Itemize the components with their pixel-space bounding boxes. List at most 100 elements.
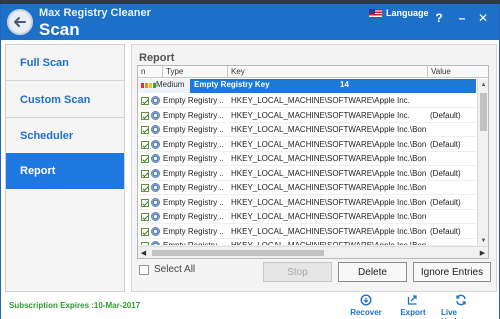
sidebar-item-label: Scheduler	[20, 129, 74, 142]
table-row[interactable]: Empty Registry ... HKEY_LOCAL_MACHINE\SO…	[138, 167, 476, 181]
sidebar-item-scheduler[interactable]: Scheduler	[6, 118, 124, 154]
group-row[interactable]: Medium Empty Registry Key 14	[138, 79, 476, 93]
cell-key: HKEY_LOCAL_MACHINE\SOFTWARE\Apple Inc.\B…	[231, 125, 426, 134]
row-checkbox[interactable]	[141, 140, 149, 149]
row-checkbox[interactable]	[141, 213, 149, 221]
scroll-down-icon[interactable]: ▼	[478, 235, 488, 246]
vertical-scrollbar[interactable]: ▲ ▼	[477, 79, 488, 246]
row-checkbox[interactable]	[141, 97, 149, 105]
scroll-left-icon[interactable]: ◀	[138, 247, 149, 258]
table-row[interactable]: Empty Registry ... HKEY_LOCAL_MACHINE\SO…	[138, 196, 476, 210]
minimize-button[interactable]: –	[454, 10, 470, 26]
row-checkbox[interactable]	[141, 155, 149, 163]
cell-value: (Default)	[430, 110, 461, 120]
sidebar-item-custom-scan[interactable]: Custom Scan	[6, 82, 124, 118]
severity-meter-icon	[141, 83, 156, 88]
cell-type: Empty Registry ...	[163, 168, 223, 178]
export-icon	[407, 295, 417, 305]
cell-type: Empty Registry ...	[163, 197, 223, 207]
cell-key: HKEY_LOCAL_MACHINE\SOFTWARE\Apple Inc.\B…	[231, 197, 426, 207]
cell-key: HKEY_LOCAL_MACHINE\SOFTWARE\Apple Inc.\B…	[231, 226, 426, 236]
scroll-thumb[interactable]	[480, 93, 487, 131]
cell-value: (Default)	[430, 168, 461, 178]
registry-gear-icon	[151, 96, 160, 105]
registry-gear-icon	[151, 197, 160, 207]
cell-type: Empty Registry ...	[163, 212, 223, 221]
app-window: Max Registry Cleaner Scan Language ? – ✕…	[0, 4, 500, 319]
app-name: Max Registry Cleaner	[39, 7, 151, 19]
registry-gear-icon	[151, 139, 160, 149]
sidebar-item-label: Report	[20, 165, 56, 177]
table-row[interactable]: Empty Registry ... HKEY_LOCAL_MACHINE\SO…	[138, 225, 476, 239]
cell-key: HKEY_LOCAL_MACHINE\SOFTWARE\Apple Inc.\B…	[231, 212, 426, 221]
recover-button[interactable]: Recover	[346, 294, 386, 317]
refresh-icon	[456, 294, 466, 306]
language-label: Language	[386, 8, 429, 18]
table-row[interactable]: Empty Registry ... HKEY_LOCAL_MACHINE\SO…	[138, 181, 476, 195]
table-row[interactable]: Empty Registry ... HKEY_LOCAL_MACHINE\SO…	[138, 210, 476, 224]
registry-gear-icon	[151, 110, 160, 120]
export-label: Export	[400, 308, 426, 317]
cell-key: HKEY_LOCAL_MACHINE\SOFTWARE\Apple Inc.\B…	[231, 154, 426, 163]
live-update-button[interactable]: Live Update	[441, 294, 481, 319]
back-button[interactable]	[7, 9, 33, 35]
close-button[interactable]: ✕	[475, 10, 491, 26]
recover-label: Recover	[350, 308, 382, 317]
cell-type: Empty Registry ...	[163, 96, 223, 105]
report-title: Report	[139, 52, 175, 64]
registry-gear-icon	[151, 212, 160, 221]
sidebar-item-report[interactable]: Report	[6, 153, 124, 189]
registry-gear-icon	[151, 125, 160, 134]
grid-header: n Type Key Value	[138, 66, 488, 78]
delete-button[interactable]: Delete	[338, 262, 407, 282]
column-header-n[interactable]: n	[138, 66, 163, 78]
stop-button[interactable]: Stop	[263, 262, 332, 282]
row-checkbox[interactable]	[141, 111, 149, 120]
checkbox-box[interactable]	[139, 264, 149, 275]
column-header-type[interactable]: Type	[163, 66, 228, 78]
group-name: Empty Registry Key	[194, 80, 270, 89]
scroll-up-icon[interactable]: ▲	[478, 79, 488, 90]
horizontal-scrollbar[interactable]: ◀ ▶	[138, 246, 488, 258]
subscription-status: Subscription Expires :10-Mar-2017	[9, 301, 141, 310]
row-checkbox[interactable]	[141, 227, 149, 236]
ignore-entries-button[interactable]: Ignore Entries	[413, 262, 491, 282]
scroll-right-icon[interactable]: ▶	[477, 247, 488, 258]
cell-key: HKEY_LOCAL_MACHINE\SOFTWARE\Apple Inc.	[231, 96, 410, 105]
scroll-thumb[interactable]	[152, 250, 324, 256]
cell-key: HKEY_LOCAL_MACHINE\SOFTWARE\Apple Inc.\B…	[231, 183, 426, 192]
row-checkbox[interactable]	[141, 169, 149, 178]
table-row[interactable]: Empty Registry ... HKEY_LOCAL_MACHINE\SO…	[138, 239, 476, 246]
sidebar-item-label: Full Scan	[20, 56, 69, 69]
arrow-left-icon	[14, 17, 26, 27]
cell-type: Empty Registry ...	[163, 154, 223, 163]
table-row[interactable]: Empty Registry ... HKEY_LOCAL_MACHINE\SO…	[138, 123, 476, 137]
select-all-checkbox[interactable]: Select All	[139, 264, 195, 275]
cell-key: HKEY_LOCAL_MACHINE\SOFTWARE\Apple Inc.\B…	[231, 139, 426, 149]
export-button[interactable]: Export	[393, 294, 433, 317]
language-selector[interactable]: Language	[369, 8, 429, 18]
cell-type: Empty Registry ...	[163, 139, 223, 149]
registry-gear-icon	[151, 226, 160, 236]
registry-gear-icon	[151, 154, 160, 163]
cell-key: HKEY_LOCAL_MACHINE\SOFTWARE\Apple Inc.	[231, 110, 410, 120]
row-checkbox[interactable]	[141, 184, 149, 192]
table-row[interactable]: Empty Registry ... HKEY_LOCAL_MACHINE\SO…	[138, 152, 476, 166]
sidebar-item-label: Custom Scan	[20, 93, 91, 106]
cell-type: Empty Registry ...	[163, 183, 223, 192]
registry-gear-icon	[151, 183, 160, 192]
report-grid: n Type Key Value Medium Empty Registry K…	[137, 65, 489, 259]
column-header-value[interactable]: Value	[428, 66, 488, 78]
row-checkbox[interactable]	[141, 126, 149, 134]
table-row[interactable]: Empty Registry ... HKEY_LOCAL_MACHINE\SO…	[138, 94, 476, 108]
group-severity: Medium	[156, 80, 185, 89]
table-row[interactable]: Empty Registry ... HKEY_LOCAL_MACHINE\SO…	[138, 138, 476, 152]
us-flag-icon	[369, 8, 382, 18]
row-checkbox[interactable]	[141, 198, 149, 207]
cell-type: Empty Registry ...	[163, 226, 223, 236]
column-header-key[interactable]: Key	[228, 66, 428, 78]
live-update-label: Live Update	[441, 308, 468, 319]
table-row[interactable]: Empty Registry ... HKEY_LOCAL_MACHINE\SO…	[138, 109, 476, 123]
help-button[interactable]: ?	[431, 10, 447, 26]
sidebar-item-full-scan[interactable]: Full Scan	[6, 45, 124, 81]
